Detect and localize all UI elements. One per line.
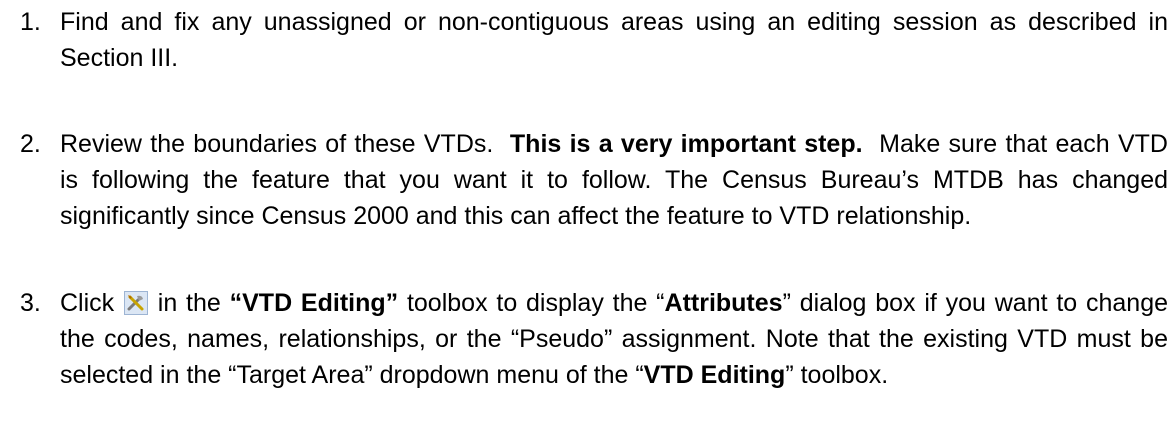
item-2-text-a: Review the boundaries of these VTDs. (60, 130, 494, 158)
item-3-toolbox-name: “VTD Editing” (229, 289, 399, 317)
list-item-1: 1. Find and fix any unassigned or non-co… (20, 4, 1168, 76)
list-number: 2. (20, 130, 41, 158)
item-3-text-2: toolbox to display the “ (406, 289, 665, 317)
list-item-3: 3. Click in the “VTD Editing” toolbox to… (20, 285, 1168, 393)
item-3-dialog-name: Attributes (664, 289, 783, 317)
item-3-toolbox-name-2: VTD Editing (643, 361, 786, 389)
item-3-click-text: Click (60, 289, 115, 317)
item-2-emphasis: This is a very important step. (509, 130, 863, 158)
item-1-text: Find and fix any unassigned or non-conti… (60, 8, 1168, 72)
item-3-text-4: ” toolbox. (785, 361, 889, 389)
list-item-2: 2. Review the boundaries of these VTDs. … (20, 126, 1168, 234)
list-item-text: Find and fix any unassigned or non-conti… (60, 4, 1168, 76)
document-page: 1. Find and fix any unassigned or non-co… (0, 0, 1171, 428)
list-item-text: Click in the “VTD Editing” toolbox to di… (60, 285, 1168, 393)
list-number: 3. (20, 289, 41, 317)
list-item-text: Review the boundaries of these VTDs. Thi… (60, 126, 1168, 234)
attributes-tool-icon (123, 291, 148, 315)
item-3-in-the: in the (157, 289, 221, 317)
list-number: 1. (20, 8, 41, 36)
